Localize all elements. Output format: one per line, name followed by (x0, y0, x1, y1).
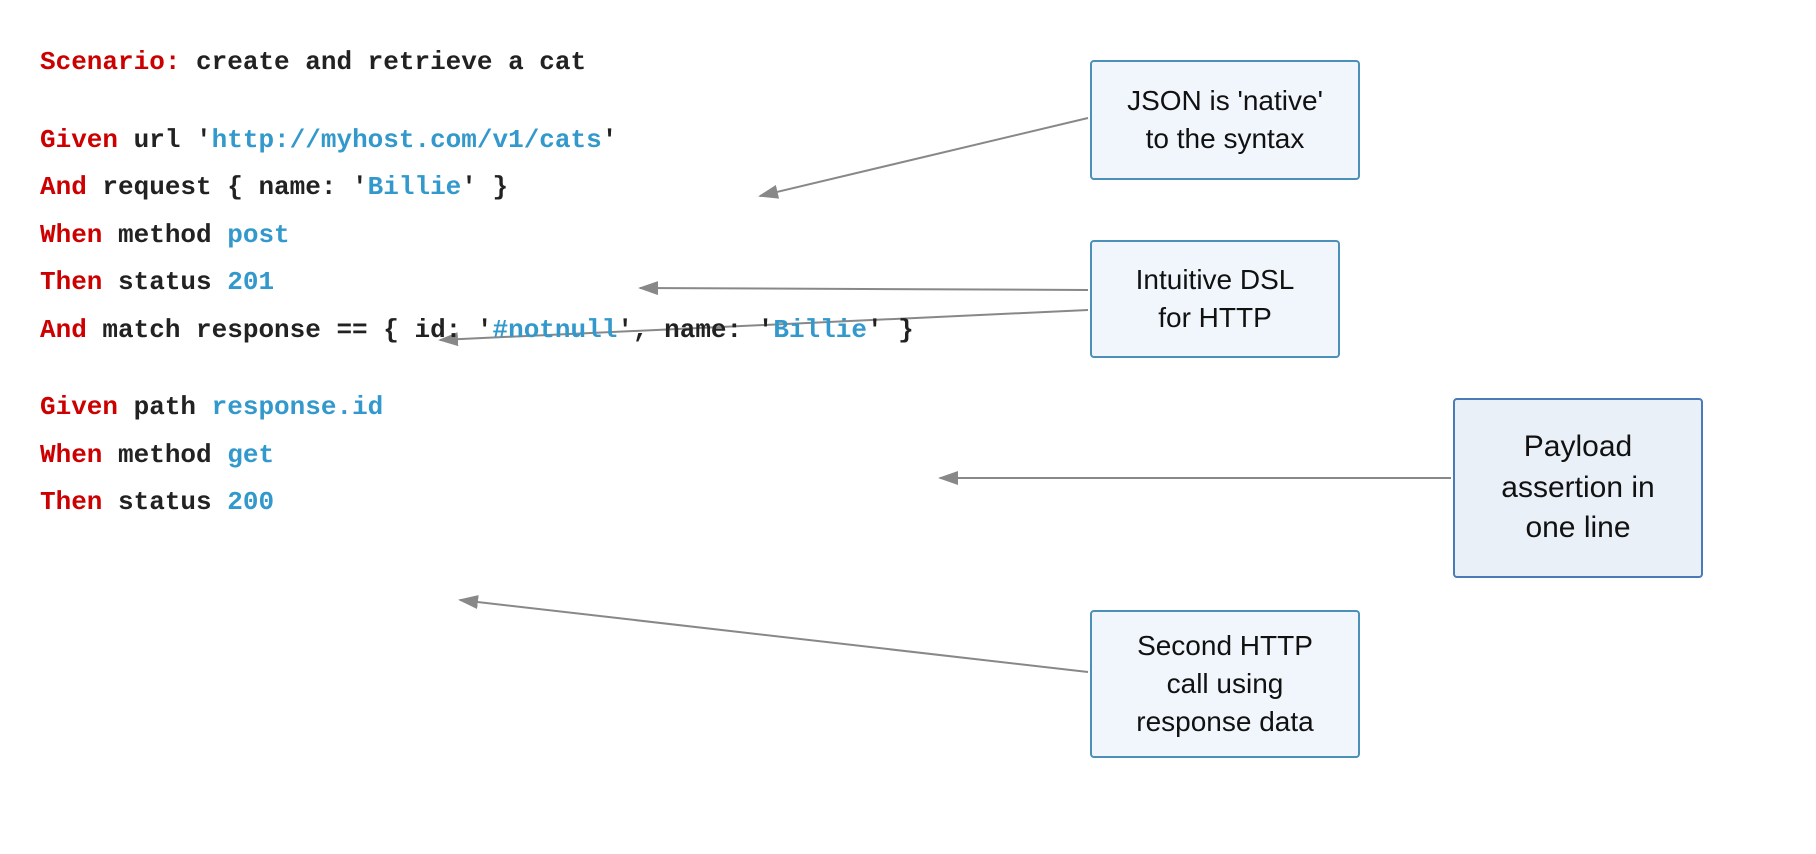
then-keyword-1: Then (40, 267, 102, 297)
line-given-path: Given path response.id (40, 385, 914, 431)
url-text: url ' (118, 125, 212, 155)
line-when-method-get: When method get (40, 433, 914, 479)
line-and-request: And request { name: 'Billie' } (40, 165, 914, 211)
method-post-value: post (227, 220, 289, 250)
then-keyword-2: Then (40, 487, 102, 517)
scenario-keyword: Scenario: (40, 47, 180, 77)
line-then-status-200: Then status 200 (40, 480, 914, 526)
callout-payload-assertion: Payloadassertion inone line (1453, 398, 1703, 578)
notnull-value: #notnull (492, 315, 617, 345)
and-keyword-1: And (40, 172, 87, 202)
scenario-title: Scenario: create and retrieve a cat (40, 40, 914, 86)
request-name-value: Billie (368, 172, 462, 202)
callout-json-native: JSON is 'native'to the syntax (1090, 60, 1360, 180)
url-value: http://myhost.com/v1/cats (212, 125, 602, 155)
callout-second-http: Second HTTPcall usingresponse data (1090, 610, 1360, 758)
scenario-text: create and retrieve a cat (180, 47, 586, 77)
line-then-status-201: Then status 201 (40, 260, 914, 306)
code-area: Scenario: create and retrieve a cat Give… (40, 40, 914, 528)
given-keyword-1: Given (40, 125, 118, 155)
match-name-value: Billie (773, 315, 867, 345)
callout-intuitive-dsl: Intuitive DSLfor HTTP (1090, 240, 1340, 358)
line-when-method-post: When method post (40, 213, 914, 259)
when-keyword-1: When (40, 220, 102, 250)
line-and-match-response: And match response == { id: '#notnull', … (40, 308, 914, 354)
line-given-url: Given url 'http://myhost.com/v1/cats' (40, 118, 914, 164)
given-keyword-2: Given (40, 392, 118, 422)
when-keyword-2: When (40, 440, 102, 470)
status-200-value: 200 (227, 487, 274, 517)
and-keyword-2: And (40, 315, 87, 345)
path-value: response.id (212, 392, 384, 422)
method-get-value: get (227, 440, 274, 470)
status-201-value: 201 (227, 267, 274, 297)
